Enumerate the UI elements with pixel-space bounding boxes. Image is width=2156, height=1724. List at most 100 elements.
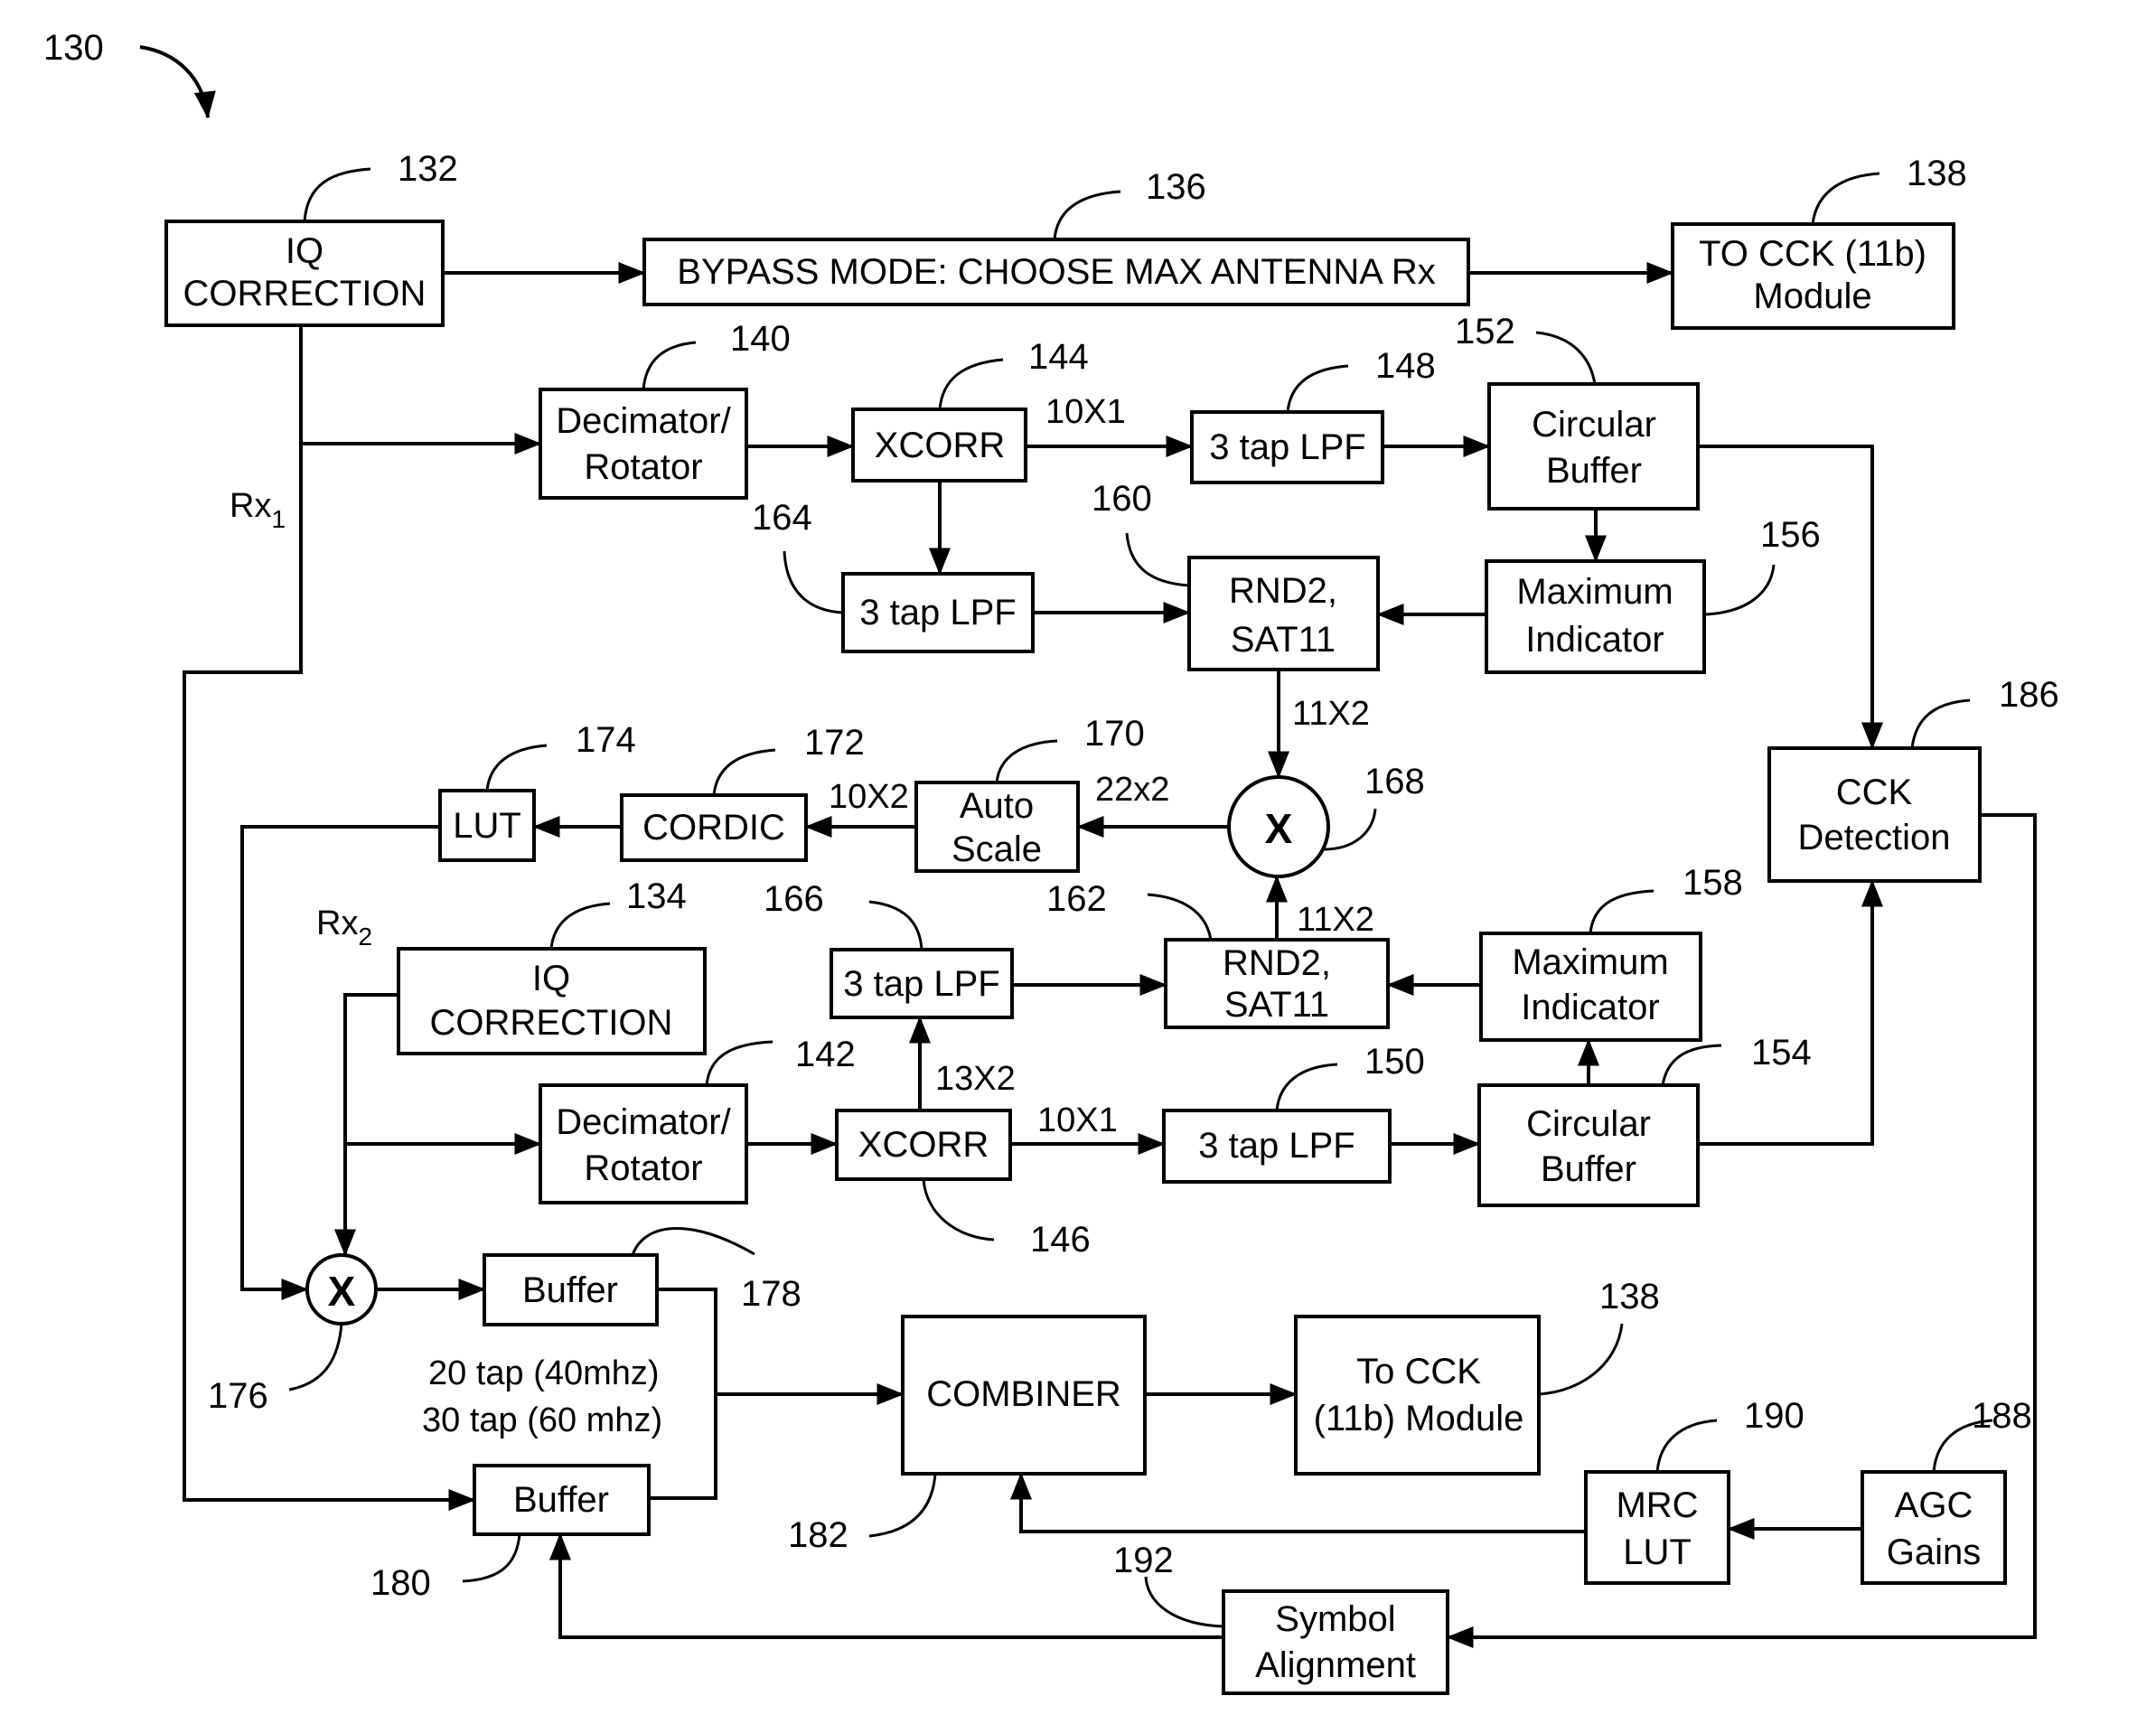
figure-ref: 130 (43, 28, 104, 68)
auto170-line2: Scale (951, 829, 1042, 869)
lpf166-label: 3 tap LPF (843, 964, 999, 1004)
circular-buffer-154: Circular Buffer (1477, 1083, 1700, 1207)
ref-154: 154 (1751, 1033, 1812, 1073)
iq-correction-134: IQ CORRECTION (397, 947, 707, 1055)
mult168-symbol: X (1265, 805, 1293, 852)
ref-136: 136 (1146, 167, 1206, 207)
dec2-line2: Rotator (584, 1148, 702, 1188)
ref-188: 188 (1972, 1396, 2032, 1436)
to-cck-module-138-bottom: To CCK (11b) Module (1294, 1315, 1541, 1476)
ref-156: 156 (1760, 515, 1821, 555)
ref-162: 162 (1046, 879, 1107, 919)
symalign-line2: Alignment (1255, 1645, 1416, 1685)
sig-13x2: 13X2 (935, 1060, 1016, 1098)
symbol-alignment-192: Symbol Alignment (1222, 1589, 1449, 1695)
iq2-line1: IQ (532, 959, 570, 998)
sig-10x2: 10X2 (829, 778, 909, 816)
rx1-label: Rx1 (230, 487, 286, 533)
iq2-line2: CORRECTION (430, 1003, 673, 1043)
iq1-line2: CORRECTION (183, 274, 427, 314)
rnd160-line2: SAT11 (1231, 620, 1336, 660)
ref-168: 168 (1364, 762, 1425, 801)
cordic172-label: CORDIC (642, 808, 785, 848)
wire-circ152-cckdet (1698, 445, 1883, 750)
max158-line2: Indicator (1521, 988, 1659, 1027)
xcorr-144: XCORR (851, 408, 1027, 483)
lpf-150: 3 tap LPF (1162, 1109, 1392, 1184)
lpf-164: 3 tap LPF (841, 572, 1035, 653)
decimator-rotator-142: Decimator/ Rotator (539, 1083, 748, 1204)
ref-146: 146 (1030, 1220, 1091, 1260)
sig-22x2: 22x2 (1095, 771, 1169, 809)
ref-138-bottom: 138 (1599, 1277, 1660, 1316)
wire-mrc-combiner (1010, 1472, 1586, 1533)
dec2-line1: Decimator/ (556, 1102, 731, 1142)
maximum-indicator-156: Maximum Indicator (1485, 559, 1706, 674)
sig-10x1-bottom: 10X1 (1037, 1101, 1118, 1139)
cck-bottom-line2: (11b) Module (1314, 1399, 1524, 1438)
rnd2-sat11-160: RND2, SAT11 (1187, 556, 1380, 671)
rnd160-line1: RND2, (1229, 571, 1337, 611)
ref-176: 176 (208, 1376, 268, 1416)
multiplier-168: X (1227, 775, 1330, 878)
ref-142: 142 (795, 1035, 856, 1074)
ref-140: 140 (730, 319, 791, 359)
rnd162-line2: SAT11 (1224, 985, 1329, 1025)
buf178-label: Buffer (522, 1270, 618, 1310)
max158-line1: Maximum (1512, 942, 1668, 982)
sig-11x2-top: 11X2 (1292, 695, 1370, 733)
mrc-line1: MRC (1616, 1485, 1698, 1525)
ref-172: 172 (804, 723, 865, 763)
symalign-line1: Symbol (1275, 1599, 1395, 1639)
xcorr-146: XCORR (835, 1109, 1012, 1181)
ref-138-top: 138 (1907, 154, 1967, 193)
rnd2-sat11-162: RND2, SAT11 (1164, 938, 1390, 1029)
circ154-line2: Buffer (1541, 1149, 1636, 1189)
agc-line2: Gains (1887, 1532, 1982, 1572)
cordic-172: CORDIC (620, 793, 808, 862)
ref-166: 166 (764, 879, 824, 919)
lut-174: LUT (438, 789, 536, 862)
buffer-178: Buffer (483, 1253, 659, 1326)
ref-178: 178 (741, 1274, 801, 1314)
buf180-label: Buffer (513, 1480, 609, 1520)
maximum-indicator-158: Maximum Indicator (1479, 932, 1702, 1042)
decimator-rotator-140: Decimator/ Rotator (539, 388, 748, 500)
ref-192: 192 (1113, 1541, 1174, 1580)
agc-gains-188: AGC Gains (1861, 1470, 2007, 1585)
mrc-lut-190: MRC LUT (1584, 1470, 1730, 1585)
auto170-line1: Auto (960, 786, 1034, 826)
ref-170: 170 (1084, 714, 1145, 754)
mrc-line2: LUT (1623, 1532, 1692, 1572)
tap-note-60mhz: 30 tap (60 mhz) (422, 1401, 662, 1439)
bypass-label: BYPASS MODE: CHOOSE MAX ANTENNA Rx (677, 252, 1435, 292)
to-cck-module-138-top: TO CCK (11b) Module (1671, 222, 1955, 330)
ref-180: 180 (370, 1563, 431, 1603)
iq1-line1: IQ (286, 231, 323, 271)
lpf-148: 3 tap LPF (1190, 410, 1384, 484)
block-diagram: 130 IQ CORRECTION BYPASS MODE: CHOOSE MA… (43, 28, 2059, 1695)
figure-ref-arrow (139, 45, 216, 119)
lpf164-label: 3 tap LPF (859, 593, 1016, 632)
ref-152: 152 (1455, 312, 1515, 351)
cck-top-line1: TO CCK (11b) (1699, 234, 1926, 274)
multiplier-176: X (305, 1253, 378, 1326)
max156-line2: Indicator (1525, 620, 1664, 660)
cck-detection-186: CCK Detection (1767, 746, 1982, 883)
ref-190: 190 (1744, 1396, 1804, 1436)
sig-11x2-bottom: 11X2 (1297, 901, 1374, 939)
ref-174: 174 (576, 720, 636, 760)
cckdet-line1: CCK (1836, 773, 1913, 812)
xcorr2-label: XCORR (858, 1125, 989, 1165)
ref-132: 132 (398, 149, 458, 189)
ref-148: 148 (1375, 346, 1436, 386)
ref-144: 144 (1028, 337, 1089, 377)
auto-scale-170: Auto Scale (914, 781, 1080, 873)
ref-134: 134 (626, 876, 687, 916)
rnd162-line1: RND2, (1223, 943, 1331, 983)
max156-line1: Maximum (1516, 572, 1673, 612)
circular-buffer-152: Circular Buffer (1487, 382, 1700, 511)
wire-buffers-merge (649, 1288, 717, 1500)
combiner-label: COMBINER (926, 1374, 1121, 1414)
wire-circ154-cckdet (1698, 879, 1883, 1146)
